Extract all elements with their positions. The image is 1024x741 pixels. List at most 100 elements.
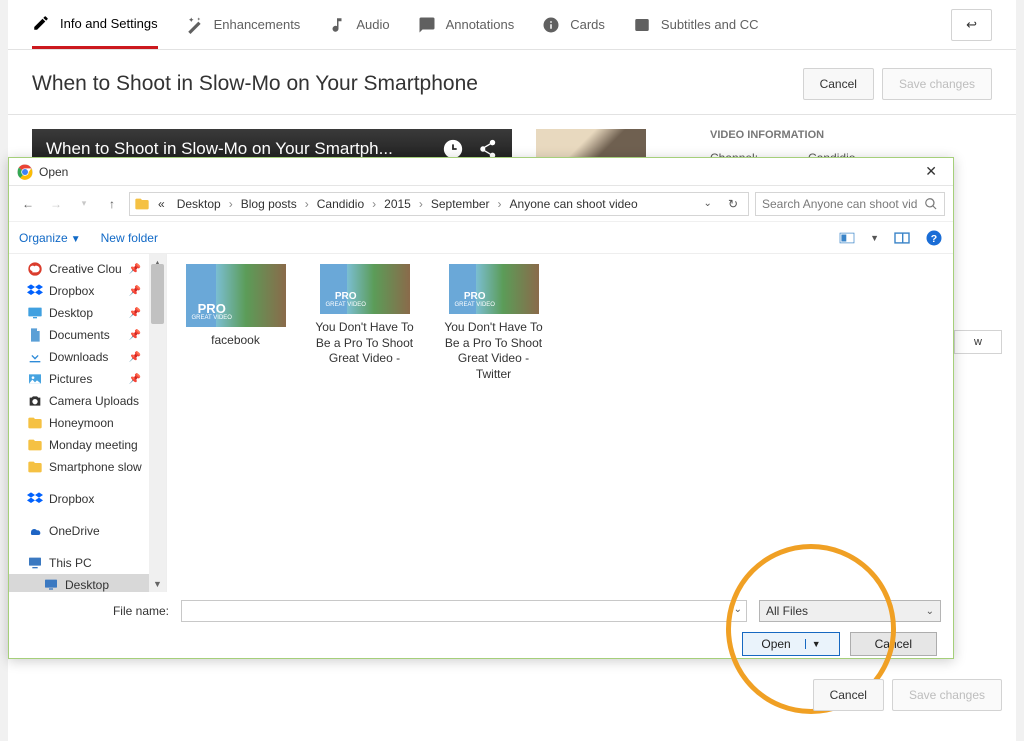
save-changes-button: Save changes [892, 679, 1002, 711]
sidebar-item[interactable]: Honeymoon [9, 412, 149, 434]
dialog-toolbar: Organize▼ New folder ▼ ? [9, 222, 953, 254]
download-icon [27, 349, 43, 365]
breadcrumb-item[interactable]: Blog posts [237, 197, 301, 211]
close-button[interactable]: ✕ [917, 161, 945, 182]
sidebar-item[interactable]: OneDrive [9, 520, 149, 542]
cancel-button[interactable]: Cancel [813, 679, 884, 711]
breadcrumb-bar[interactable]: « Desktop› Blog posts› Candidio› 2015› S… [129, 192, 749, 216]
file-item[interactable]: PROGREAT VIDEO You Don't Have To Be a Pr… [312, 264, 417, 367]
file-item[interactable]: PROGREAT VIDEO facebook [183, 264, 288, 349]
dialog-body: Creative Clou📌 Dropbox📌 Desktop📌 Documen… [9, 254, 953, 592]
thispc-icon [27, 555, 43, 571]
folder-icon [27, 459, 43, 475]
tab-label: Subtitles and CC [661, 17, 759, 32]
pictures-icon [27, 371, 43, 387]
folder-icon [134, 196, 150, 212]
video-info-header: VIDEO INFORMATION [710, 129, 855, 141]
dialog-cancel-button[interactable]: Cancel [850, 632, 937, 656]
tab-label: Annotations [446, 17, 515, 32]
breadcrumb-leading: « [154, 197, 169, 211]
tab-subtitles[interactable]: Subtitles and CC [633, 0, 759, 49]
path-dropdown[interactable]: ⌄ [698, 198, 718, 209]
tab-label: Audio [356, 17, 389, 32]
dialog-footer: File name: ⌄ All Files⌄ Open▼ Cancel [9, 592, 953, 664]
comment-icon [418, 16, 436, 34]
sidebar: Creative Clou📌 Dropbox📌 Desktop📌 Documen… [9, 254, 167, 592]
search-icon [924, 197, 938, 211]
sidebar-item[interactable]: Creative Clou📌 [9, 258, 149, 280]
filename-label: File name: [111, 604, 169, 618]
chrome-icon [17, 164, 33, 180]
tab-info-settings[interactable]: Info and Settings [32, 0, 158, 49]
sidebar-scrollbar[interactable]: ▲ ▼ [149, 254, 166, 592]
sidebar-item[interactable]: Dropbox [9, 488, 149, 510]
tab-cards[interactable]: Cards [542, 0, 605, 49]
back-button[interactable]: ← [17, 193, 39, 215]
refresh-button[interactable]: ↻ [722, 197, 744, 211]
wand-icon [186, 16, 204, 34]
tab-label: Info and Settings [60, 16, 158, 31]
filetype-filter[interactable]: All Files⌄ [759, 600, 941, 622]
folder-icon [27, 437, 43, 453]
tab-enhancements[interactable]: Enhancements [186, 0, 301, 49]
save-changes-button: Save changes [882, 68, 992, 100]
folder-icon [27, 415, 43, 431]
new-folder-button[interactable]: New folder [101, 231, 158, 245]
breadcrumb-item[interactable]: Anyone can shoot video [506, 197, 642, 211]
sidebar-item[interactable]: Pictures📌 [9, 368, 149, 390]
dialog-title: Open [39, 165, 68, 179]
music-note-icon [328, 16, 346, 34]
organize-dropdown[interactable]: Organize▼ [19, 231, 81, 245]
search-input[interactable]: Search Anyone can shoot video [755, 192, 945, 216]
file-thumbnail: PROGREAT VIDEO [320, 264, 410, 314]
pencil-icon [32, 14, 50, 32]
sidebar-item[interactable]: Smartphone slow [9, 456, 149, 478]
video-overlay-title: When to Shoot in Slow-Mo on Your Smartph… [46, 139, 430, 159]
file-list: PROGREAT VIDEO facebook PROGREAT VIDEO Y… [167, 254, 953, 592]
sidebar-item[interactable]: Downloads📌 [9, 346, 149, 368]
info-icon [542, 16, 560, 34]
file-thumbnail: PROGREAT VIDEO [186, 264, 286, 327]
sidebar-item[interactable]: Desktop📌 [9, 302, 149, 324]
undo-button[interactable]: ↩ [951, 9, 992, 41]
breadcrumb-item[interactable]: Desktop [173, 197, 225, 211]
tab-audio[interactable]: Audio [328, 0, 389, 49]
onedrive-icon [27, 523, 43, 539]
file-label: You Don't Have To Be a Pro To Shoot Grea… [312, 320, 417, 367]
file-item[interactable]: PROGREAT VIDEO You Don't Have To Be a Pr… [441, 264, 546, 382]
file-thumbnail: PROGREAT VIDEO [449, 264, 539, 314]
dialog-nav: ← → ▾ ↑ « Desktop› Blog posts› Candidio›… [9, 186, 953, 222]
sidebar-item[interactable]: Monday meeting [9, 434, 149, 456]
view-mode-icon[interactable] [838, 231, 856, 245]
help-icon[interactable]: ? [925, 229, 943, 247]
tab-label: Cards [570, 17, 605, 32]
forward-button[interactable]: → [45, 193, 67, 215]
dropbox-icon [27, 283, 43, 299]
sidebar-item[interactable]: This PC [9, 552, 149, 574]
cc-icon [633, 16, 651, 34]
svg-text:?: ? [931, 232, 937, 244]
sidebar-item[interactable]: Dropbox📌 [9, 280, 149, 302]
sidebar-item-selected[interactable]: Desktop [9, 574, 149, 592]
camera-icon [27, 393, 43, 409]
breadcrumb-item[interactable]: 2015 [380, 197, 415, 211]
search-placeholder: Search Anyone can shoot video [762, 197, 918, 211]
open-button[interactable]: Open▼ [742, 632, 839, 656]
tab-label: Enhancements [214, 17, 301, 32]
sidebar-item[interactable]: Documents📌 [9, 324, 149, 346]
filename-input[interactable]: ⌄ [181, 600, 747, 622]
right-rail-button[interactable]: w [954, 330, 1002, 354]
sidebar-item[interactable]: Camera Uploads [9, 390, 149, 412]
desktop-icon [27, 305, 43, 321]
tab-annotations[interactable]: Annotations [418, 0, 515, 49]
recent-dropdown[interactable]: ▾ [73, 193, 95, 215]
cancel-button[interactable]: Cancel [803, 68, 874, 100]
up-button[interactable]: ↑ [101, 193, 123, 215]
view-dropdown[interactable]: ▼ [870, 233, 879, 243]
breadcrumb-item[interactable]: September [427, 197, 494, 211]
page-title: When to Shoot in Slow-Mo on Your Smartph… [32, 72, 803, 96]
creative-cloud-icon [27, 261, 43, 277]
preview-pane-icon[interactable] [893, 231, 911, 245]
documents-icon [27, 327, 43, 343]
breadcrumb-item[interactable]: Candidio [313, 197, 368, 211]
